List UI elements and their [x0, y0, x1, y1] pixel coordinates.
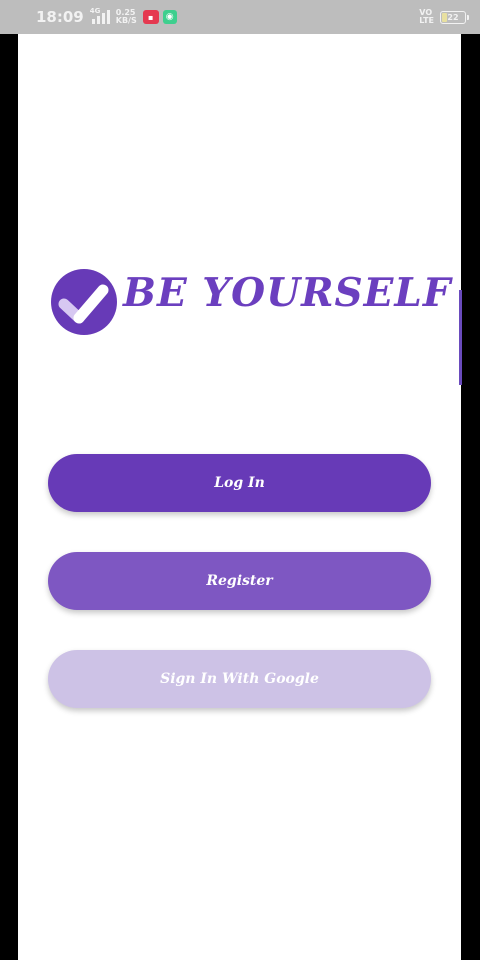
- login-button[interactable]: Log In: [48, 454, 431, 512]
- signal-icon: 4G: [89, 7, 110, 24]
- edge-accent: [459, 290, 462, 385]
- check-circle-icon: [51, 269, 117, 335]
- status-bar: 18:09 4G 0.25 KB/S ▪ ◉ VO LTE 22: [0, 0, 480, 34]
- brand-title: BE YOURSELF: [123, 270, 452, 316]
- screen-recorder-icon: ▪: [142, 10, 159, 24]
- battery-icon: 22: [440, 10, 469, 24]
- volte-indicator: VO LTE: [419, 8, 434, 25]
- battery-level: 22: [447, 12, 459, 22]
- google-signin-button[interactable]: Sign In With Google: [48, 650, 431, 708]
- app-screen: BE YOURSELF Log In Register Sign In With…: [18, 34, 461, 960]
- app-notification-icon: ◉: [162, 10, 177, 24]
- speed-unit: KB/S: [115, 16, 137, 25]
- network-speed: 0.25 KB/S: [116, 9, 137, 25]
- status-right: VO LTE 22: [419, 8, 469, 25]
- register-button[interactable]: Register: [48, 552, 431, 610]
- network-type: 4G: [89, 7, 101, 15]
- status-time: 18:09: [36, 8, 84, 26]
